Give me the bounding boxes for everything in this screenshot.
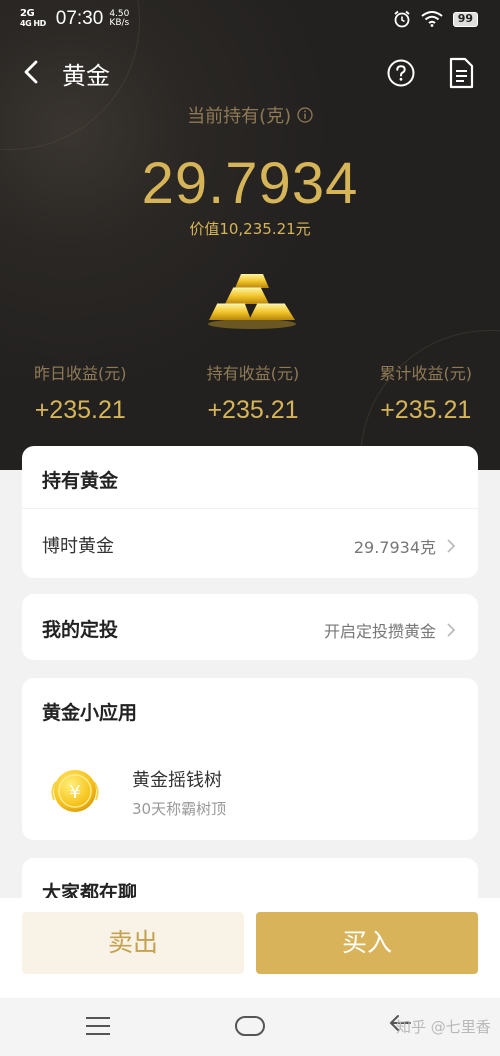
sell-button[interactable]: 卖出 — [22, 912, 244, 974]
alarm-icon — [394, 10, 410, 28]
card-title: 黄金小应用 — [42, 702, 138, 724]
app-description: 30天称霸树顶 — [132, 800, 227, 818]
action-bar: 卖出 买入 — [0, 898, 500, 998]
holding-card: 持有黄金 博时黄金 29.7934克 — [22, 446, 478, 578]
network-indicator: 2G 4G HD — [20, 8, 46, 29]
chevron-right-icon — [447, 539, 456, 553]
home-icon[interactable] — [234, 1015, 266, 1037]
system-nav-bar: 知乎 @七里香 — [0, 998, 500, 1056]
svg-text:¥: ¥ — [69, 782, 80, 803]
battery-icon: 99 — [452, 11, 478, 27]
document-icon[interactable] — [446, 57, 476, 89]
card-title: 持有黄金 — [42, 470, 119, 492]
network-speed: 4.50 KB/s — [109, 9, 130, 28]
holding-label: 当前持有(克) — [0, 102, 500, 128]
hero-header: 2G 4G HD 07:30 4.50 KB/s 99 黄金 当前持有(克) 2… — [0, 0, 500, 470]
chevron-left-icon[interactable] — [18, 58, 46, 86]
info-circle-icon[interactable] — [297, 107, 313, 123]
earnings-stats: 昨日收益(元) +235.21 持有收益(元) +235.21 累计收益(元) … — [0, 360, 500, 425]
gold-bars-icon — [208, 274, 296, 329]
buy-button[interactable]: 买入 — [256, 912, 478, 974]
gold-coin-icon: ¥ — [51, 770, 99, 812]
page-title: 黄金 — [62, 62, 110, 90]
divider — [22, 508, 478, 509]
chevron-right-icon — [447, 623, 456, 637]
menu-icon[interactable] — [85, 1016, 111, 1036]
stat-holding: 持有收益(元) +235.21 — [206, 364, 300, 424]
wifi-icon — [421, 11, 443, 27]
status-bar: 2G 4G HD 07:30 4.50 KB/s 99 — [0, 0, 500, 40]
plan-action-text: 开启定投攒黄金 — [323, 622, 436, 641]
app-name: 黄金摇钱树 — [132, 770, 222, 791]
watermark: 知乎 @七里香 — [396, 1018, 491, 1036]
question-circle-icon[interactable] — [386, 58, 416, 88]
holding-worth: 价值10,235.21元 — [189, 220, 311, 238]
nav-bar: 黄金 — [0, 48, 500, 96]
card-title: 我的定投 — [42, 619, 119, 641]
clock: 07:30 — [55, 8, 104, 29]
stat-total: 累计收益(元) +235.21 — [379, 364, 473, 424]
stat-yesterday: 昨日收益(元) +235.21 — [34, 364, 127, 424]
holding-amount: 29.7934 — [141, 151, 359, 216]
apps-card: 黄金小应用 ¥ 黄金摇钱树 30天称霸树顶 — [22, 678, 478, 840]
holding-item-amount: 29.7934克 — [353, 538, 436, 557]
plan-card[interactable]: 我的定投 开启定投攒黄金 — [22, 594, 478, 660]
